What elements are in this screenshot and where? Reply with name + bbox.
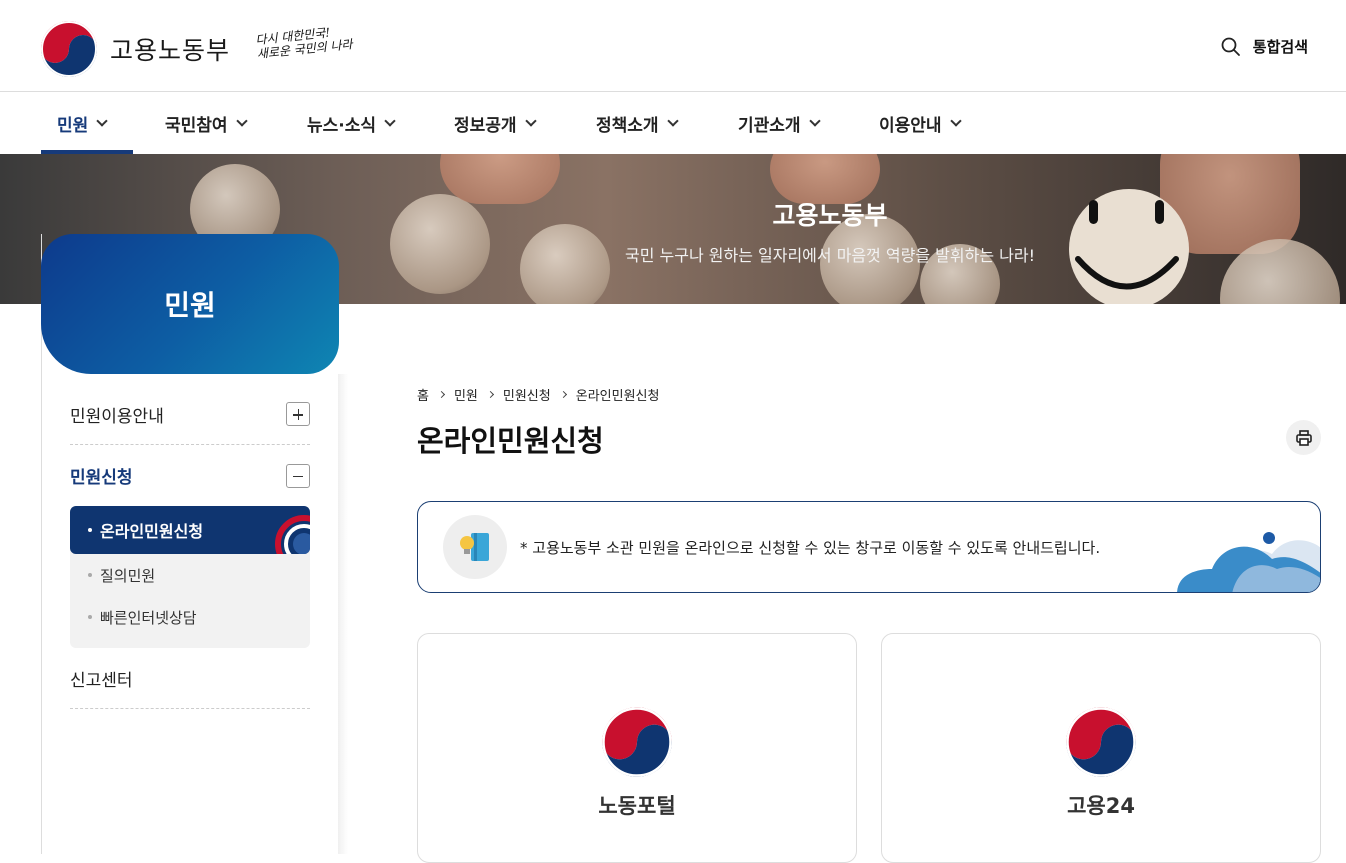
printer-icon xyxy=(1295,429,1312,446)
gnb-label: 이용안내 xyxy=(879,115,942,136)
breadcrumb-application[interactable]: 민원신청 xyxy=(503,385,551,404)
lnb-item-label: 민원신청 xyxy=(70,468,133,488)
gnb-label: 뉴스·소식 xyxy=(307,115,377,136)
chevron-down-icon xyxy=(235,114,248,127)
lnb-subitem-online-application[interactable]: 온라인민원신청 xyxy=(70,506,310,554)
info-notice-box: * 고용노동부 소관 민원을 온라인으로 신청할 수 있는 창구로 이동할 수 … xyxy=(417,501,1321,593)
chevron-right-icon xyxy=(559,390,567,399)
gnb-item-disclosure[interactable]: 정보공개 xyxy=(454,92,537,154)
search-label: 통합검색 xyxy=(1252,38,1308,56)
gnb-item-guide[interactable]: 이용안내 xyxy=(879,92,962,154)
home-logo-link[interactable]: 고용노동부 xyxy=(40,20,230,78)
notice-text: * 고용노동부 소관 민원을 온라인으로 신청할 수 있는 창구로 이동할 수 … xyxy=(520,539,1101,557)
subitem-label: 빠른인터넷상담 xyxy=(100,608,197,627)
lnb-subitem-fast-consult[interactable]: 빠른인터넷상담 xyxy=(70,596,310,638)
lnb-item-application[interactable]: 민원신청 xyxy=(70,445,310,506)
taegeuk-decoration-icon xyxy=(275,515,310,554)
lnb-subitem-inquiry[interactable]: 질의민원 xyxy=(70,554,310,596)
gnb-label: 정보공개 xyxy=(454,115,517,136)
site-header: 고용노동부 다시 대한민국! 새로운 국민의 나라 통합검색 xyxy=(0,0,1346,92)
taegeuk-logo-icon xyxy=(41,21,97,77)
taegeuk-logo-icon xyxy=(602,707,672,777)
card-label: 노동포털 xyxy=(598,794,676,818)
subitem-label: 온라인민원신청 xyxy=(100,522,204,541)
breadcrumb: 홈 민원 민원신청 온라인민원신청 xyxy=(417,385,659,404)
chevron-down-icon xyxy=(808,114,821,127)
breadcrumb-current: 온라인민원신청 xyxy=(575,389,660,404)
gnb-item-participation[interactable]: 국민참여 xyxy=(165,92,248,154)
chevron-down-icon xyxy=(666,114,679,127)
gnb-label: 국민참여 xyxy=(165,115,228,136)
link-card-labor-portal[interactable]: 노동포털 xyxy=(417,633,857,863)
chevron-down-icon xyxy=(96,114,108,127)
chevron-right-icon xyxy=(486,390,494,399)
search-icon xyxy=(1221,37,1240,56)
gnb-label: 정책소개 xyxy=(596,115,659,136)
lnb-list: 민원이용안내 민원신청 온라인민원신청 질의민원 빠른인터넷상담 신고센터 xyxy=(70,384,310,709)
ministry-name: 고용노동부 xyxy=(110,36,231,65)
chevron-right-icon xyxy=(437,390,446,399)
chevron-down-icon xyxy=(949,114,962,127)
print-button[interactable] xyxy=(1286,420,1321,455)
lnb-title: 민원 xyxy=(41,234,339,374)
idea-book-icon xyxy=(443,515,507,579)
page-title: 온라인민원신청 xyxy=(417,424,604,458)
expand-plus-icon[interactable] xyxy=(286,402,310,426)
card-label: 고용24 xyxy=(1067,794,1135,818)
main-navigation: 민원 국민참여 뉴스·소식 정보공개 정책소개 기관소개 이용안내 xyxy=(0,92,1346,154)
lnb-item-report-center[interactable]: 신고센터 xyxy=(70,648,310,709)
side-navigation: 민원 민원이용안내 민원신청 온라인민원신청 질의민원 빠른인터넷상담 신고센터 xyxy=(41,234,348,854)
gnb-item-minwon[interactable]: 민원 xyxy=(57,92,108,154)
lnb-item-label: 신고센터 xyxy=(70,670,133,691)
integrated-search-button[interactable]: 통합검색 xyxy=(1221,36,1308,57)
bullet-icon xyxy=(88,573,92,577)
chevron-down-icon xyxy=(524,114,537,127)
lnb-submenu: 온라인민원신청 질의민원 빠른인터넷상담 xyxy=(70,506,310,648)
taegeuk-logo-icon xyxy=(1066,707,1136,777)
gnb-label: 민원 xyxy=(57,115,89,136)
lnb-item-guide[interactable]: 민원이용안내 xyxy=(70,384,310,445)
subitem-label: 질의민원 xyxy=(100,566,156,585)
gnb-item-policy[interactable]: 정책소개 xyxy=(596,92,679,154)
breadcrumb-minwon[interactable]: 민원 xyxy=(454,385,478,404)
collapse-minus-icon[interactable] xyxy=(286,463,310,488)
chevron-down-icon xyxy=(384,114,396,127)
link-card-work24[interactable]: 고용24 xyxy=(881,633,1321,863)
slogan: 다시 대한민국! 새로운 국민의 나라 xyxy=(255,23,357,61)
gnb-item-news[interactable]: 뉴스·소식 xyxy=(307,92,396,154)
lnb-item-label: 민원이용안내 xyxy=(70,406,164,427)
breadcrumb-home[interactable]: 홈 xyxy=(417,385,429,404)
bullet-icon xyxy=(88,528,92,532)
gnb-item-about[interactable]: 기관소개 xyxy=(738,92,821,154)
wave-decoration-icon xyxy=(1177,532,1320,592)
gnb-label: 기관소개 xyxy=(738,115,801,136)
banner-title: 고용노동부 xyxy=(772,201,888,230)
bullet-icon xyxy=(88,615,92,619)
lnb-shadow xyxy=(338,374,348,854)
